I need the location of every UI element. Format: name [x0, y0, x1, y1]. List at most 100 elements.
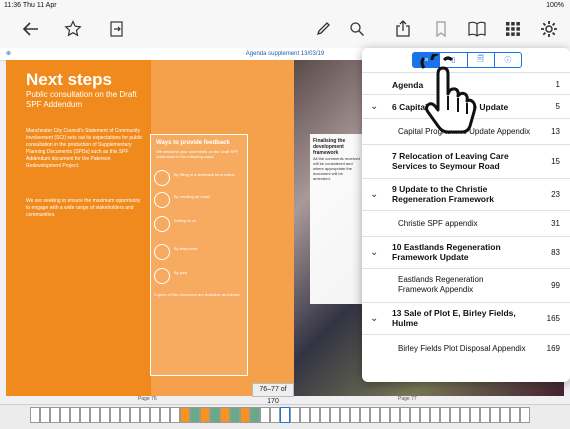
page-thumbnail[interactable]	[270, 407, 280, 423]
feedback-item: By filling in a feedback form online	[174, 172, 235, 177]
page-column-left	[6, 60, 151, 396]
page-thumbnail[interactable]	[380, 407, 390, 423]
gear-icon	[541, 21, 557, 37]
page-thumbnail[interactable]	[520, 407, 530, 423]
page-thumbnail[interactable]	[360, 407, 370, 423]
page-thumbnail[interactable]	[280, 407, 290, 423]
page-number-left: Page 76	[138, 396, 157, 402]
page-thumbnail[interactable]	[400, 407, 410, 423]
outline-item-relocation[interactable]: 7 Relocation of Leaving Care Services to…	[362, 144, 570, 179]
outline-item-page: 165	[546, 314, 560, 323]
page-thumbnail[interactable]	[260, 407, 270, 423]
page-thumbnail[interactable]	[510, 407, 520, 423]
status-bar: 11:36 Thu 11 Apr 100%	[0, 0, 570, 12]
page-thumbnail[interactable]	[150, 407, 160, 423]
page-thumbnail[interactable]	[310, 407, 320, 423]
right-title: Finalising the development framework	[313, 138, 346, 156]
outline-item-page: 15	[551, 157, 560, 166]
page-thumbnail[interactable]	[210, 407, 220, 423]
page-thumbnail[interactable]	[190, 407, 200, 423]
page-thumbnail[interactable]	[390, 407, 400, 423]
outline-button[interactable]	[466, 18, 488, 40]
page-thumbnail[interactable]	[340, 407, 350, 423]
page-thumbnail[interactable]	[110, 407, 120, 423]
page-thumbnail[interactable]	[140, 407, 150, 423]
phone-icon	[154, 244, 170, 260]
outline-item-page: 169	[546, 344, 560, 353]
page-thumbnail[interactable]	[120, 407, 130, 423]
back-button[interactable]	[20, 18, 42, 40]
page-thumbnail[interactable]	[130, 407, 140, 423]
outline-subitem[interactable]: Christie SPF appendix 31	[362, 210, 570, 237]
page-number-right: Page 77	[398, 396, 417, 402]
page-thumbnail[interactable]	[370, 407, 380, 423]
page-thumbnail[interactable]	[170, 407, 180, 423]
outline-subitem[interactable]: Eastlands Regeneration Framework Appendi…	[362, 268, 570, 303]
page-thumbnail[interactable]	[470, 407, 480, 423]
page-thumbnail[interactable]	[350, 407, 360, 423]
page-thumbnail[interactable]	[330, 407, 340, 423]
page-thumbnail[interactable]	[90, 407, 100, 423]
page-thumbnail[interactable]	[320, 407, 330, 423]
chevron-down-icon[interactable]: ⌄	[370, 247, 378, 258]
status-time: 11:36 Thu 11 Apr	[4, 2, 57, 9]
page-thumbnail[interactable]	[200, 407, 210, 423]
page-thumbnail[interactable]	[80, 407, 90, 423]
page-thumbnail[interactable]	[70, 407, 80, 423]
page-thumbnail[interactable]	[40, 407, 50, 423]
outline-item-label: 13 Sale of Plot E, Birley Fields, Hulme	[392, 308, 516, 328]
page-thumbnail[interactable]	[180, 407, 190, 423]
page-thumbnail[interactable]	[410, 407, 420, 423]
page-thumbnail[interactable]	[230, 407, 240, 423]
page-thumbnail[interactable]	[60, 407, 70, 423]
page-thumbnail[interactable]	[460, 407, 470, 423]
page-thumbnail[interactable]	[240, 407, 250, 423]
page-thumbnail[interactable]	[100, 407, 110, 423]
document-title: Agenda supplement 13/03/19	[245, 51, 325, 57]
share-button[interactable]	[392, 18, 414, 40]
grid-icon	[506, 22, 520, 36]
page-thumbnail[interactable]	[490, 407, 500, 423]
outline-subitem[interactable]: Birley Fields Plot Disposal Appendix 169	[362, 334, 570, 365]
page-thumbnail[interactable]	[440, 407, 450, 423]
right-paragraph: All the comments received will be consid…	[313, 156, 360, 181]
settings-button[interactable]	[538, 18, 560, 40]
outline-item-christie[interactable]: ⌄ 9 Update to the Christie Regeneration …	[362, 178, 570, 211]
page-thumbnail[interactable]	[250, 407, 260, 423]
chevron-down-icon[interactable]: ⌄	[370, 313, 378, 324]
link-icon[interactable]: ⊗	[6, 48, 11, 60]
outline-item-label: Eastlands Regeneration Framework Appendi…	[398, 275, 484, 294]
bookmark-button[interactable]	[430, 18, 452, 40]
favorite-button[interactable]	[62, 18, 84, 40]
page-thumbnail[interactable]	[50, 407, 60, 423]
page-thumbnail[interactable]	[290, 407, 300, 423]
tab-info[interactable]: ⓘ	[495, 53, 521, 67]
page-thumbnail[interactable]	[220, 407, 230, 423]
share-icon	[396, 20, 410, 37]
thumbnails-button[interactable]	[502, 18, 524, 40]
feedback-item: By sending an email	[174, 194, 211, 199]
page-thumbnail[interactable]	[420, 407, 430, 423]
toolbar	[0, 12, 570, 48]
battery-indicator: 100%	[546, 2, 564, 9]
chevron-down-icon[interactable]: ⌄	[370, 101, 378, 112]
search-button[interactable]	[346, 18, 368, 40]
page-paragraph-1: Manchester City Council's Statement of C…	[26, 128, 143, 169]
star-icon	[64, 20, 82, 37]
export-button[interactable]	[106, 18, 128, 40]
page-thumbnail[interactable]	[480, 407, 490, 423]
page-thumbnail[interactable]	[30, 407, 40, 423]
page-thumbnail[interactable]	[500, 407, 510, 423]
page-thumbnail[interactable]	[300, 407, 310, 423]
page-thumbnail[interactable]	[430, 407, 440, 423]
page-thumbnail[interactable]	[450, 407, 460, 423]
outline-item-birley[interactable]: ⌄ 13 Sale of Plot E, Birley Fields, Hulm…	[362, 302, 570, 335]
outline-item-page: 13	[551, 127, 560, 136]
feedback-form-icon	[154, 170, 170, 186]
outline-item-eastlands[interactable]: ⌄ 10 Eastlands Regeneration Framework Up…	[362, 236, 570, 269]
page-thumbnail[interactable]	[160, 407, 170, 423]
outline-item-label: Birley Fields Plot Disposal Appendix	[398, 344, 526, 353]
annotate-button[interactable]	[312, 18, 334, 40]
chevron-down-icon[interactable]: ⌄	[370, 189, 378, 200]
outline-item-page: 31	[551, 219, 560, 228]
